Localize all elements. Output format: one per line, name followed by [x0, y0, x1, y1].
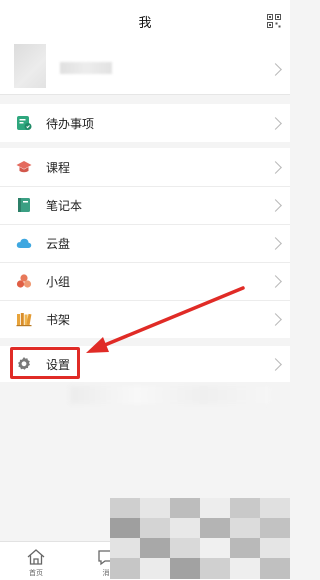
tab-label-home: 首页	[29, 569, 43, 577]
home-icon	[27, 549, 45, 565]
blurred-content	[70, 386, 270, 404]
tab-home[interactable]: 首页	[16, 544, 56, 578]
annotation-arrow-icon	[86, 286, 245, 353]
mosaic-overlay	[110, 498, 290, 579]
